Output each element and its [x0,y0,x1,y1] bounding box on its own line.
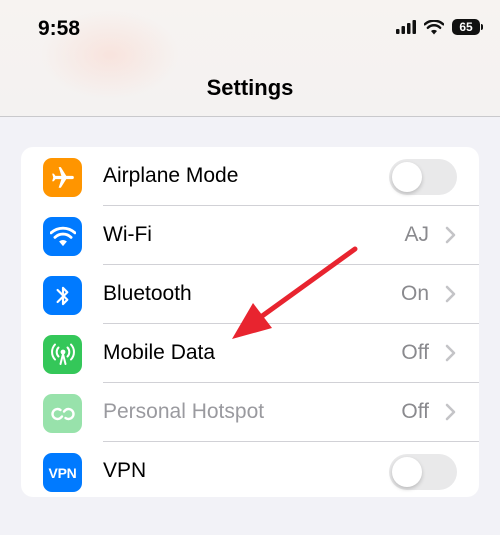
settings-row-mobile-data[interactable]: Mobile Data Off [21,324,479,382]
settings-row-value: Off [401,400,429,423]
chevron-right-icon [445,344,456,362]
settings-row-value: AJ [404,223,429,246]
wifi-icon [43,217,82,256]
settings-row-label: Bluetooth [103,282,192,305]
settings-row-label: Mobile Data [103,341,216,364]
cellular-signal-icon [396,20,416,34]
status-icons: 65 [396,19,483,35]
settings-row-airplane-mode[interactable]: Airplane Mode [21,147,479,205]
navigation-header: 9:58 65 Settings [0,0,500,117]
settings-row-vpn[interactable]: VPN VPN [21,442,479,497]
chevron-right-icon [445,285,456,303]
settings-row-bluetooth[interactable]: Bluetooth On [21,265,479,323]
settings-row-value: Off [401,341,429,364]
chevron-right-icon [445,226,456,244]
toggle-knob [392,162,422,192]
airplane-mode-toggle[interactable] [389,159,457,195]
settings-group-card: Airplane Mode Wi-Fi AJ Bluetooth On Mobi… [21,147,479,497]
hotspot-icon [43,394,82,433]
status-time: 9:58 [38,17,81,40]
airplane-icon [43,158,82,197]
toggle-knob [392,457,422,487]
settings-row-value: On [400,282,429,305]
chevron-right-icon [445,403,456,421]
wifi-icon [424,19,444,34]
settings-row-wifi[interactable]: Wi-Fi AJ [21,206,479,264]
page-title: Settings [206,75,294,100]
settings-row-label: Wi-Fi [103,223,152,246]
settings-row-label: VPN [103,459,147,482]
settings-row-personal-hotspot[interactable]: Personal Hotspot Off [21,383,479,441]
vpn-icon-text: VPN [48,464,77,481]
battery-level: 65 [459,20,473,34]
settings-row-label: Airplane Mode [103,164,239,187]
vpn-toggle[interactable] [389,454,457,490]
settings-row-label: Personal Hotspot [103,400,265,423]
battery-icon: 65 [452,19,483,35]
antenna-icon [43,335,82,374]
vpn-icon: VPN [43,453,82,492]
status-bar: 9:58 65 [0,0,500,60]
bluetooth-icon [43,276,82,315]
